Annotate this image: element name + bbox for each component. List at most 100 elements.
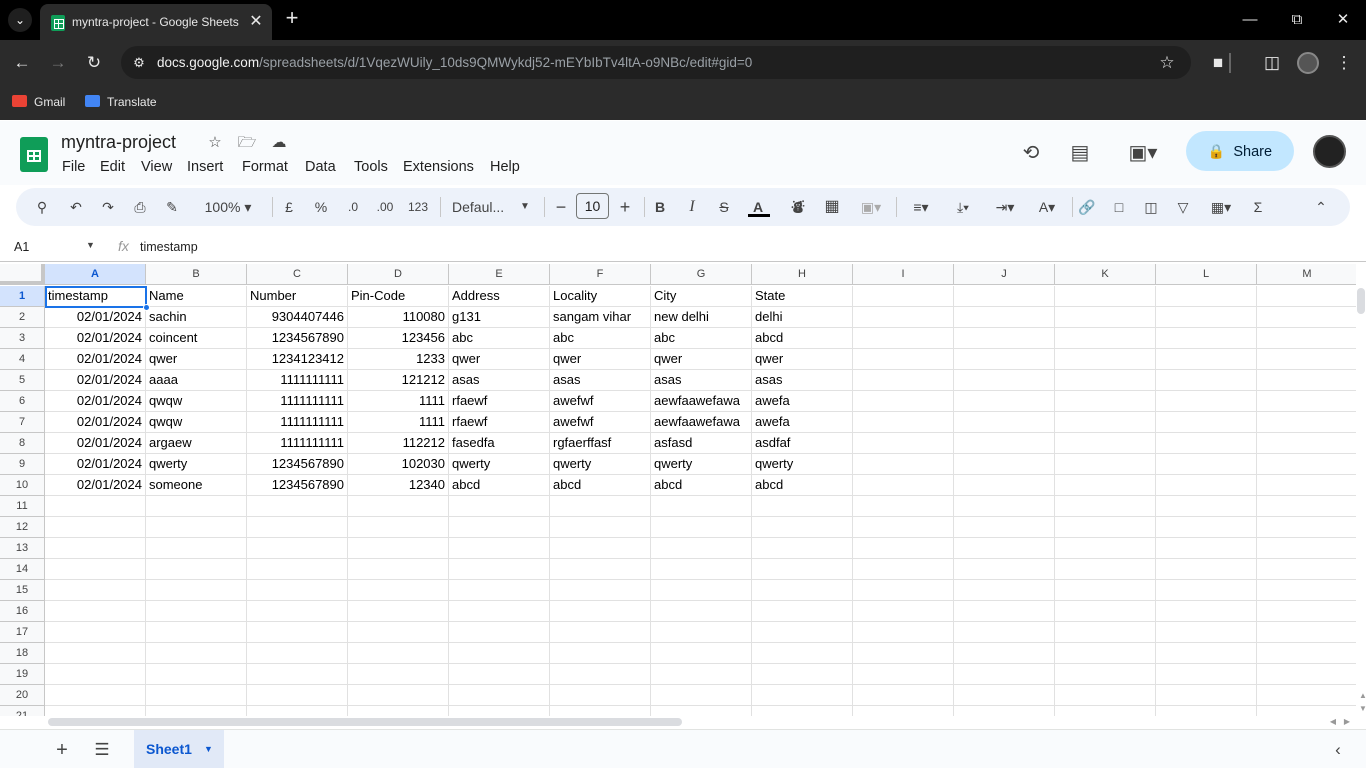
row-header-8[interactable]: 8 — [0, 433, 45, 454]
percent-format-button[interactable]: % — [310, 195, 332, 219]
cell-j1[interactable] — [954, 286, 1055, 307]
column-header-b[interactable]: B — [146, 264, 247, 285]
vertical-scroll-thumb[interactable] — [1357, 288, 1365, 314]
horizontal-align-icon[interactable]: ≡▾ — [904, 195, 938, 219]
cell-b21[interactable] — [146, 706, 247, 716]
cell-g18[interactable] — [651, 643, 752, 664]
cell-l20[interactable] — [1156, 685, 1257, 706]
cell-l5[interactable] — [1156, 370, 1257, 391]
cell-b1[interactable]: Name — [146, 286, 247, 307]
vertical-align-icon[interactable]: ⤓▾ — [946, 195, 980, 219]
cell-b12[interactable] — [146, 517, 247, 538]
cell-i8[interactable] — [853, 433, 954, 454]
cell-m12[interactable] — [1257, 517, 1356, 538]
cell-c20[interactable] — [247, 685, 348, 706]
print-icon[interactable]: ⎙ — [129, 195, 151, 219]
text-rotation-icon[interactable]: A▾ — [1030, 195, 1064, 219]
cell-c2[interactable]: 9304407446 — [247, 307, 348, 328]
cell-l17[interactable] — [1156, 622, 1257, 643]
cell-d18[interactable] — [348, 643, 449, 664]
cell-g8[interactable]: asfasd — [651, 433, 752, 454]
cell-e8[interactable]: fasedfa — [449, 433, 550, 454]
cell-j6[interactable] — [954, 391, 1055, 412]
cell-m6[interactable] — [1257, 391, 1356, 412]
browser-tab[interactable]: myntra-project - Google Sheets ✕ — [40, 4, 272, 40]
cell-k18[interactable] — [1055, 643, 1156, 664]
cell-h1[interactable]: State — [752, 286, 853, 307]
version-history-icon[interactable]: ⟲ — [1017, 139, 1045, 167]
cell-a10[interactable]: 02/01/2024 — [45, 475, 146, 496]
cell-c21[interactable] — [247, 706, 348, 716]
row-header-18[interactable]: 18 — [0, 643, 45, 664]
meet-icon[interactable]: ▣▾ — [1122, 139, 1164, 167]
cell-c5[interactable]: 1111111111 — [247, 370, 348, 391]
bookmark-translate[interactable]: Translate — [85, 92, 157, 112]
decrease-decimal-button[interactable]: .0 — [342, 195, 364, 219]
menu-extensions[interactable]: Extensions — [403, 158, 474, 176]
cell-m20[interactable] — [1257, 685, 1356, 706]
font-size-input[interactable]: 10 — [576, 193, 609, 219]
cell-l21[interactable] — [1156, 706, 1257, 716]
cell-k17[interactable] — [1055, 622, 1156, 643]
cell-h21[interactable] — [752, 706, 853, 716]
cell-l4[interactable] — [1156, 349, 1257, 370]
restore-button[interactable]: ⧉ — [1285, 8, 1309, 32]
cell-c9[interactable]: 1234567890 — [247, 454, 348, 475]
cell-d17[interactable] — [348, 622, 449, 643]
account-avatar[interactable] — [1313, 135, 1346, 168]
cell-k9[interactable] — [1055, 454, 1156, 475]
cell-g2[interactable]: new delhi — [651, 307, 752, 328]
horizontal-scroll-thumb[interactable] — [48, 718, 682, 726]
cell-a17[interactable] — [45, 622, 146, 643]
address-bar[interactable]: ⚙ docs.google.com/spreadsheets/d/1VqezWU… — [121, 46, 1191, 79]
cell-b11[interactable] — [146, 496, 247, 517]
extensions-icon[interactable]: ■ — [1205, 50, 1231, 76]
cell-b2[interactable]: sachin — [146, 307, 247, 328]
profile-avatar[interactable] — [1297, 52, 1319, 74]
cell-j5[interactable] — [954, 370, 1055, 391]
cell-h4[interactable]: qwer — [752, 349, 853, 370]
cell-e9[interactable]: qwerty — [449, 454, 550, 475]
row-header-1[interactable]: 1 — [0, 286, 45, 307]
cell-j8[interactable] — [954, 433, 1055, 454]
cell-m8[interactable] — [1257, 433, 1356, 454]
cell-a4[interactable]: 02/01/2024 — [45, 349, 146, 370]
search-menus-icon[interactable]: ⚲ — [31, 195, 53, 219]
cell-d10[interactable]: 12340 — [348, 475, 449, 496]
cell-e19[interactable] — [449, 664, 550, 685]
cell-f15[interactable] — [550, 580, 651, 601]
cell-e17[interactable] — [449, 622, 550, 643]
menu-file[interactable]: File — [62, 158, 85, 176]
cell-c18[interactable] — [247, 643, 348, 664]
cell-k7[interactable] — [1055, 412, 1156, 433]
column-header-m[interactable]: M — [1257, 264, 1356, 285]
strikethrough-icon[interactable]: S — [713, 195, 735, 219]
insert-chart-icon[interactable]: ◫ — [1140, 195, 1162, 219]
cell-l19[interactable] — [1156, 664, 1257, 685]
redo-icon[interactable]: ↷ — [97, 195, 119, 219]
cell-h15[interactable] — [752, 580, 853, 601]
insert-comment-icon[interactable]: □ — [1108, 195, 1130, 219]
cell-b16[interactable] — [146, 601, 247, 622]
cell-h9[interactable]: qwerty — [752, 454, 853, 475]
row-header-16[interactable]: 16 — [0, 601, 45, 622]
cell-d21[interactable] — [348, 706, 449, 716]
cell-g6[interactable]: aewfaawefawa — [651, 391, 752, 412]
bold-button[interactable]: B — [649, 195, 671, 219]
more-formats-button[interactable]: 123 — [404, 195, 432, 219]
cell-j17[interactable] — [954, 622, 1055, 643]
filter-views-icon[interactable]: ▦▾ — [1204, 195, 1238, 219]
cell-f11[interactable] — [550, 496, 651, 517]
row-header-12[interactable]: 12 — [0, 517, 45, 538]
cell-m1[interactable] — [1257, 286, 1356, 307]
cell-k6[interactable] — [1055, 391, 1156, 412]
cell-e14[interactable] — [449, 559, 550, 580]
cell-m11[interactable] — [1257, 496, 1356, 517]
cell-a3[interactable]: 02/01/2024 — [45, 328, 146, 349]
cell-d2[interactable]: 110080 — [348, 307, 449, 328]
cell-e4[interactable]: qwer — [449, 349, 550, 370]
paint-format-icon[interactable]: ✎ — [161, 195, 183, 219]
cell-d19[interactable] — [348, 664, 449, 685]
cell-b15[interactable] — [146, 580, 247, 601]
share-button[interactable]: 🔒 Share — [1186, 131, 1294, 171]
